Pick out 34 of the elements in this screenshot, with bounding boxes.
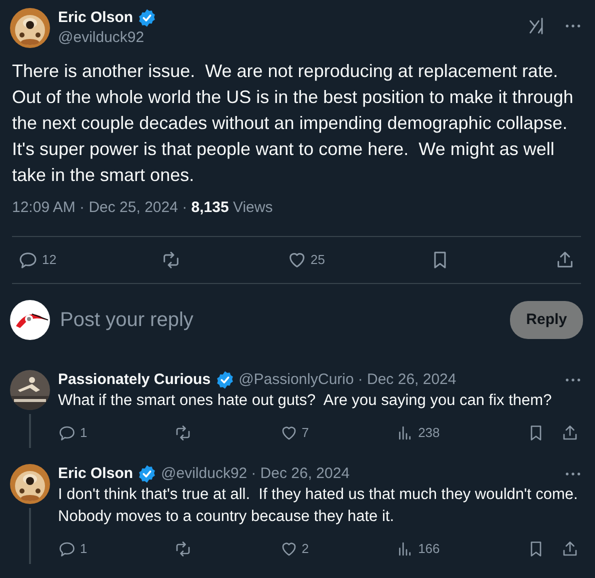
heart-icon — [286, 250, 306, 270]
author-handle: @evilduck92 — [161, 464, 248, 484]
reply-count-button[interactable]: 1 — [58, 423, 88, 443]
like-count-button[interactable]: 2 — [280, 539, 309, 559]
comment-icon — [58, 540, 76, 558]
like-count-button[interactable]: 25 — [286, 250, 325, 270]
reply-text: I don't think that's true at all. If they hated us that much they wouldn't come. Nobody moves to a country because they hate it. — [58, 485, 579, 527]
comment-icon — [18, 250, 38, 270]
reply-date: · Dec 26, 2024 — [358, 370, 456, 390]
views-count-button[interactable]: 238 — [396, 423, 440, 443]
repost-icon[interactable] — [174, 424, 192, 442]
repost-icon[interactable] — [161, 250, 182, 270]
reply-date: · Dec 26, 2024 — [251, 464, 350, 484]
heart-icon — [280, 424, 298, 442]
views-count-button[interactable]: 166 — [396, 539, 440, 559]
post-text: There is another issue. We are not reproducing at replacement rate. Out of the whole world the US is in the best position to make it through the next couple decades without an impending demographic collapse. It's super power is that people want to come here. We might as well take in the smart ones. — [12, 60, 574, 187]
reply-button[interactable]: Reply — [510, 300, 583, 340]
comment-icon — [58, 424, 76, 442]
share-icon[interactable] — [555, 250, 575, 270]
reply-text: What if the smart ones hate out guts? Are you saying you can fix them? — [58, 391, 553, 411]
like-count-button[interactable]: 7 — [280, 423, 309, 443]
repost-icon[interactable] — [174, 540, 192, 558]
author-handle: @evilduck92 — [58, 28, 146, 48]
author-handle: @PassionlyCurio — [238, 370, 354, 390]
reply-input-field[interactable]: Post your reply — [58, 304, 502, 336]
post-timestamp: 12:09 AM · Dec 25, 2024 · 8,135 Views — [12, 198, 274, 218]
author-name: Eric Olson — [58, 8, 134, 28]
share-icon[interactable] — [560, 540, 579, 558]
heart-icon — [280, 540, 298, 558]
author-name: Eric Olson — [58, 464, 134, 484]
author-name: Passionately Curious — [58, 370, 211, 390]
reply-count-button[interactable]: 1 — [58, 539, 88, 559]
share-icon[interactable] — [560, 424, 579, 442]
reply-count-button[interactable]: 12 — [18, 250, 56, 270]
